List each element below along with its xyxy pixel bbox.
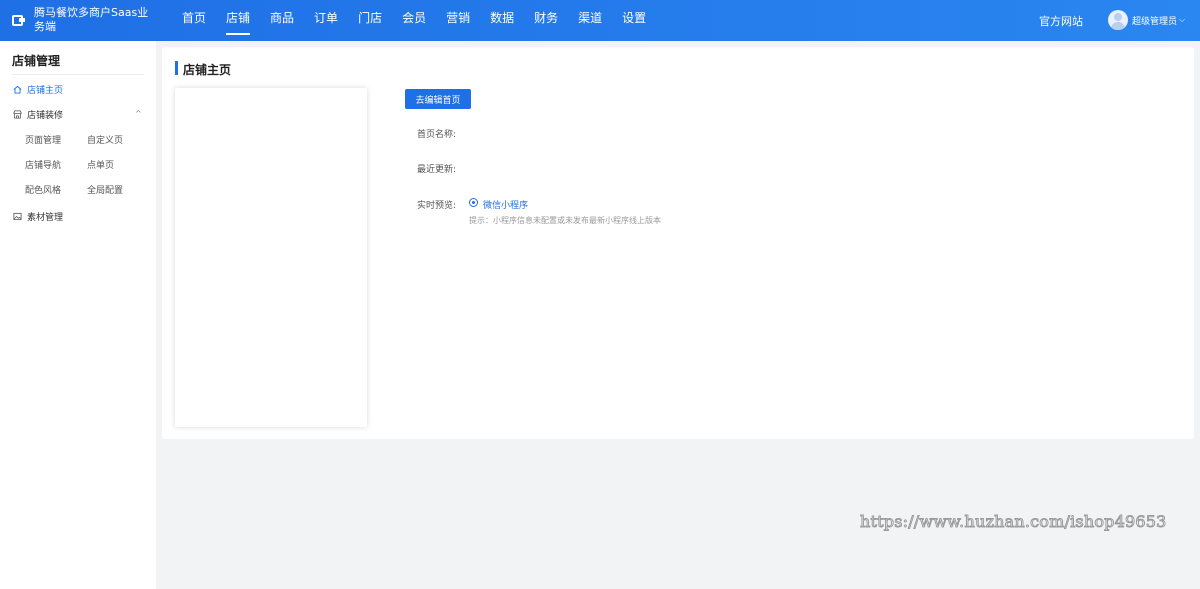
nav-shops[interactable]: 门店 bbox=[348, 0, 392, 41]
top-header: 腾马餐饮多商户Saas业务端 首页 店铺 商品 订单 门店 会员 营销 数据 财… bbox=[0, 0, 1200, 41]
sidebar-item-label: 店铺主页 bbox=[27, 86, 64, 96]
wechat-miniprogram-radio[interactable] bbox=[469, 198, 478, 207]
sidebar-subitem-custom-page[interactable]: 自定义页 bbox=[87, 133, 123, 146]
nav-channels[interactable]: 渠道 bbox=[568, 0, 612, 41]
avatar bbox=[1108, 10, 1128, 30]
preview-label: 实时预览: bbox=[417, 201, 457, 211]
wechat-miniprogram-option[interactable]: 微信小程序 bbox=[483, 198, 528, 211]
nav-home[interactable]: 首页 bbox=[172, 0, 216, 41]
last-updated-label: 最近更新: bbox=[417, 165, 457, 175]
sidebar-item-decoration[interactable]: 店铺装修 bbox=[13, 108, 63, 121]
user-name: 超级管理员 bbox=[1132, 16, 1178, 27]
brand-logo-icon bbox=[12, 14, 25, 26]
preview-hint: 提示：小程序信息未配置或未发布最新小程序线上版本 bbox=[469, 216, 661, 225]
user-menu[interactable]: 超级管理员 ⌵ bbox=[1108, 10, 1185, 30]
sidebar-subitem-page-manage[interactable]: 页面管理 bbox=[25, 133, 61, 146]
page-title: 店铺主页 bbox=[183, 63, 232, 77]
main-panel: 店铺主页 去编辑首页 首页名称: 最近更新: 实时预览: 微信小程序 提示：小程… bbox=[162, 47, 1194, 439]
sidebar-subitem-color-style[interactable]: 配色风格 bbox=[25, 183, 61, 196]
nav-orders[interactable]: 订单 bbox=[304, 0, 348, 41]
sidebar-title: 店铺管理 bbox=[12, 54, 61, 68]
sidebar-subitem-store-nav[interactable]: 店铺导航 bbox=[25, 158, 61, 171]
brand-name: 腾马餐饮多商户Saas业务端 bbox=[34, 6, 149, 33]
title-accent-bar bbox=[175, 61, 178, 75]
sidebar-item-materials[interactable]: 素材管理 bbox=[13, 210, 63, 223]
chevron-up-icon[interactable]: ^ bbox=[135, 109, 142, 118]
nav-store[interactable]: 店铺 bbox=[216, 0, 260, 41]
chevron-down-icon: ⌵ bbox=[1179, 15, 1186, 24]
sidebar-item-label: 店铺装修 bbox=[27, 111, 64, 121]
nav-data[interactable]: 数据 bbox=[480, 0, 524, 41]
sidebar-subitem-global-config[interactable]: 全局配置 bbox=[87, 183, 123, 196]
sidebar-item-label: 素材管理 bbox=[27, 213, 64, 223]
shop-icon bbox=[13, 110, 22, 119]
official-site-link[interactable]: 官方网站 bbox=[1039, 13, 1083, 29]
nav-products[interactable]: 商品 bbox=[260, 0, 304, 41]
nav-marketing[interactable]: 营销 bbox=[436, 0, 480, 41]
sidebar-divider bbox=[12, 74, 144, 75]
image-icon bbox=[13, 212, 22, 221]
sidebar-item-store-home[interactable]: 店铺主页 bbox=[13, 83, 63, 96]
sidebar-subitem-order-page[interactable]: 点单页 bbox=[87, 158, 114, 171]
brand[interactable]: 腾马餐饮多商户Saas业务端 bbox=[12, 6, 157, 36]
sidebar: 店铺管理 店铺主页 店铺装修 ^ 页面管理 自定义页 店铺导航 点单页 配色风格… bbox=[0, 41, 156, 589]
phone-preview bbox=[175, 88, 367, 427]
edit-homepage-button[interactable]: 去编辑首页 bbox=[405, 89, 471, 109]
watermark-url: https://www.huzhan.com/ishop49653 bbox=[860, 512, 1167, 532]
home-icon bbox=[13, 85, 22, 94]
main-nav: 首页 店铺 商品 订单 门店 会员 营销 数据 财务 渠道 设置 bbox=[172, 0, 656, 41]
nav-finance[interactable]: 财务 bbox=[524, 0, 568, 41]
nav-settings[interactable]: 设置 bbox=[612, 0, 656, 41]
nav-members[interactable]: 会员 bbox=[392, 0, 436, 41]
home-name-label: 首页名称: bbox=[417, 130, 457, 140]
